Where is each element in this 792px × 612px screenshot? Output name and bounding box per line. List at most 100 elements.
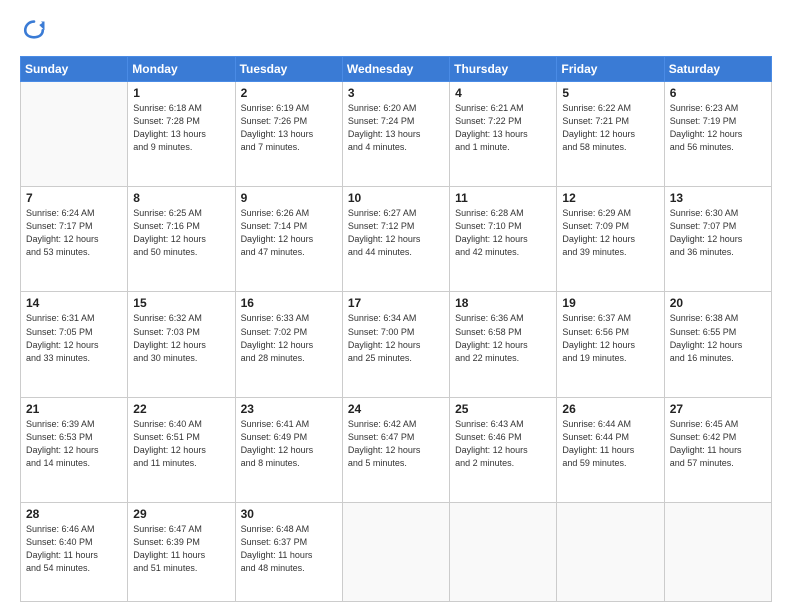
- calendar-cell: [21, 82, 128, 187]
- calendar-cell: 2 Sunrise: 6:19 AM Sunset: 7:26 PM Daylig…: [235, 82, 342, 187]
- weekday-header: Saturday: [664, 57, 771, 82]
- day-info: Sunrise: 6:18 AM Sunset: 7:28 PM Dayligh…: [133, 102, 229, 154]
- day-info: Sunrise: 6:26 AM Sunset: 7:14 PM Dayligh…: [241, 207, 337, 259]
- calendar-cell: 26 Sunrise: 6:44 AM Sunset: 6:44 PM Dayli…: [557, 397, 664, 502]
- calendar-cell: 5Sunrise: 6:22 AM Sunset: 7:21 PM Daylig…: [557, 82, 664, 187]
- day-number: 12: [562, 191, 658, 205]
- day-number: 9: [241, 191, 337, 205]
- calendar-cell: 12Sunrise: 6:29 AM Sunset: 7:09 PM Dayli…: [557, 187, 664, 292]
- calendar-cell: 25 Sunrise: 6:43 AM Sunset: 6:46 PM Dayli…: [450, 397, 557, 502]
- calendar-cell: 24Sunrise: 6:42 AM Sunset: 6:47 PM Dayli…: [342, 397, 449, 502]
- day-number: 13: [670, 191, 766, 205]
- calendar-cell: 21Sunrise: 6:39 AM Sunset: 6:53 PM Dayli…: [21, 397, 128, 502]
- header: [20, 18, 772, 46]
- day-number: 4: [455, 86, 551, 100]
- day-info: Sunrise: 6:27 AM Sunset: 7:12 PM Dayligh…: [348, 207, 444, 259]
- calendar-cell: 11 Sunrise: 6:28 AM Sunset: 7:10 PM Dayli…: [450, 187, 557, 292]
- calendar-cell: 14 Sunrise: 6:31 AM Sunset: 7:05 PM Dayli…: [21, 292, 128, 397]
- calendar-cell: 18Sunrise: 6:36 AM Sunset: 6:58 PM Dayli…: [450, 292, 557, 397]
- day-info: Sunrise: 6:19 AM Sunset: 7:26 PM Dayligh…: [241, 102, 337, 154]
- calendar-cell: 28Sunrise: 6:46 AM Sunset: 6:40 PM Dayli…: [21, 502, 128, 601]
- day-info: Sunrise: 6:32 AM Sunset: 7:03 PM Dayligh…: [133, 312, 229, 364]
- day-info: Sunrise: 6:23 AM Sunset: 7:19 PM Dayligh…: [670, 102, 766, 154]
- calendar-cell: 17 Sunrise: 6:34 AM Sunset: 7:00 PM Dayli…: [342, 292, 449, 397]
- calendar-cell: 27 Sunrise: 6:45 AM Sunset: 6:42 PM Dayli…: [664, 397, 771, 502]
- day-number: 2: [241, 86, 337, 100]
- day-info: Sunrise: 6:28 AM Sunset: 7:10 PM Dayligh…: [455, 207, 551, 259]
- calendar-cell: 10Sunrise: 6:27 AM Sunset: 7:12 PM Dayli…: [342, 187, 449, 292]
- day-info: Sunrise: 6:43 AM Sunset: 6:46 PM Dayligh…: [455, 418, 551, 470]
- calendar-cell: 1 Sunrise: 6:18 AM Sunset: 7:28 PM Daylig…: [128, 82, 235, 187]
- day-number: 27: [670, 402, 766, 416]
- calendar-cell: [450, 502, 557, 601]
- weekday-header: Thursday: [450, 57, 557, 82]
- day-number: 19: [562, 296, 658, 310]
- day-number: 30: [241, 507, 337, 521]
- day-number: 8: [133, 191, 229, 205]
- logo: [20, 18, 52, 46]
- day-number: 11: [455, 191, 551, 205]
- calendar-table: SundayMondayTuesdayWednesdayThursdayFrid…: [20, 56, 772, 602]
- day-number: 17: [348, 296, 444, 310]
- day-number: 29: [133, 507, 229, 521]
- calendar-week-row: 28Sunrise: 6:46 AM Sunset: 6:40 PM Dayli…: [21, 502, 772, 601]
- calendar-cell: 23 Sunrise: 6:41 AM Sunset: 6:49 PM Dayli…: [235, 397, 342, 502]
- day-info: Sunrise: 6:30 AM Sunset: 7:07 PM Dayligh…: [670, 207, 766, 259]
- day-number: 1: [133, 86, 229, 100]
- day-info: Sunrise: 6:41 AM Sunset: 6:49 PM Dayligh…: [241, 418, 337, 470]
- weekday-header: Wednesday: [342, 57, 449, 82]
- day-info: Sunrise: 6:47 AM Sunset: 6:39 PM Dayligh…: [133, 523, 229, 575]
- calendar-cell: [557, 502, 664, 601]
- day-info: Sunrise: 6:34 AM Sunset: 7:00 PM Dayligh…: [348, 312, 444, 364]
- calendar-cell: 4 Sunrise: 6:21 AM Sunset: 7:22 PM Daylig…: [450, 82, 557, 187]
- calendar-cell: 8 Sunrise: 6:25 AM Sunset: 7:16 PM Daylig…: [128, 187, 235, 292]
- day-number: 25: [455, 402, 551, 416]
- calendar-cell: 30 Sunrise: 6:48 AM Sunset: 6:37 PM Dayli…: [235, 502, 342, 601]
- day-info: Sunrise: 6:38 AM Sunset: 6:55 PM Dayligh…: [670, 312, 766, 364]
- day-number: 23: [241, 402, 337, 416]
- calendar-cell: 19 Sunrise: 6:37 AM Sunset: 6:56 PM Dayli…: [557, 292, 664, 397]
- calendar-cell: 16 Sunrise: 6:33 AM Sunset: 7:02 PM Dayli…: [235, 292, 342, 397]
- weekday-header: Monday: [128, 57, 235, 82]
- calendar-cell: [342, 502, 449, 601]
- day-info: Sunrise: 6:21 AM Sunset: 7:22 PM Dayligh…: [455, 102, 551, 154]
- day-info: Sunrise: 6:25 AM Sunset: 7:16 PM Dayligh…: [133, 207, 229, 259]
- day-info: Sunrise: 6:20 AM Sunset: 7:24 PM Dayligh…: [348, 102, 444, 154]
- day-number: 28: [26, 507, 122, 521]
- calendar-cell: [664, 502, 771, 601]
- day-info: Sunrise: 6:44 AM Sunset: 6:44 PM Dayligh…: [562, 418, 658, 470]
- calendar-week-row: 1 Sunrise: 6:18 AM Sunset: 7:28 PM Daylig…: [21, 82, 772, 187]
- day-info: Sunrise: 6:22 AM Sunset: 7:21 PM Dayligh…: [562, 102, 658, 154]
- calendar-cell: 6 Sunrise: 6:23 AM Sunset: 7:19 PM Daylig…: [664, 82, 771, 187]
- day-info: Sunrise: 6:40 AM Sunset: 6:51 PM Dayligh…: [133, 418, 229, 470]
- day-number: 24: [348, 402, 444, 416]
- weekday-header: Sunday: [21, 57, 128, 82]
- day-number: 6: [670, 86, 766, 100]
- day-info: Sunrise: 6:24 AM Sunset: 7:17 PM Dayligh…: [26, 207, 122, 259]
- day-number: 26: [562, 402, 658, 416]
- day-number: 7: [26, 191, 122, 205]
- day-number: 14: [26, 296, 122, 310]
- logo-icon: [20, 18, 48, 46]
- day-info: Sunrise: 6:33 AM Sunset: 7:02 PM Dayligh…: [241, 312, 337, 364]
- calendar-week-row: 21Sunrise: 6:39 AM Sunset: 6:53 PM Dayli…: [21, 397, 772, 502]
- day-number: 20: [670, 296, 766, 310]
- day-info: Sunrise: 6:48 AM Sunset: 6:37 PM Dayligh…: [241, 523, 337, 575]
- calendar-week-row: 7 Sunrise: 6:24 AM Sunset: 7:17 PM Daylig…: [21, 187, 772, 292]
- calendar-cell: 15Sunrise: 6:32 AM Sunset: 7:03 PM Dayli…: [128, 292, 235, 397]
- calendar-cell: 13 Sunrise: 6:30 AM Sunset: 7:07 PM Dayli…: [664, 187, 771, 292]
- page: SundayMondayTuesdayWednesdayThursdayFrid…: [0, 0, 792, 612]
- weekday-header: Friday: [557, 57, 664, 82]
- calendar-cell: 3Sunrise: 6:20 AM Sunset: 7:24 PM Daylig…: [342, 82, 449, 187]
- day-info: Sunrise: 6:37 AM Sunset: 6:56 PM Dayligh…: [562, 312, 658, 364]
- calendar-cell: 9 Sunrise: 6:26 AM Sunset: 7:14 PM Daylig…: [235, 187, 342, 292]
- day-info: Sunrise: 6:39 AM Sunset: 6:53 PM Dayligh…: [26, 418, 122, 470]
- day-number: 16: [241, 296, 337, 310]
- calendar-cell: 7 Sunrise: 6:24 AM Sunset: 7:17 PM Daylig…: [21, 187, 128, 292]
- day-info: Sunrise: 6:31 AM Sunset: 7:05 PM Dayligh…: [26, 312, 122, 364]
- weekday-header-row: SundayMondayTuesdayWednesdayThursdayFrid…: [21, 57, 772, 82]
- day-number: 22: [133, 402, 229, 416]
- calendar-week-row: 14 Sunrise: 6:31 AM Sunset: 7:05 PM Dayli…: [21, 292, 772, 397]
- day-info: Sunrise: 6:45 AM Sunset: 6:42 PM Dayligh…: [670, 418, 766, 470]
- day-info: Sunrise: 6:36 AM Sunset: 6:58 PM Dayligh…: [455, 312, 551, 364]
